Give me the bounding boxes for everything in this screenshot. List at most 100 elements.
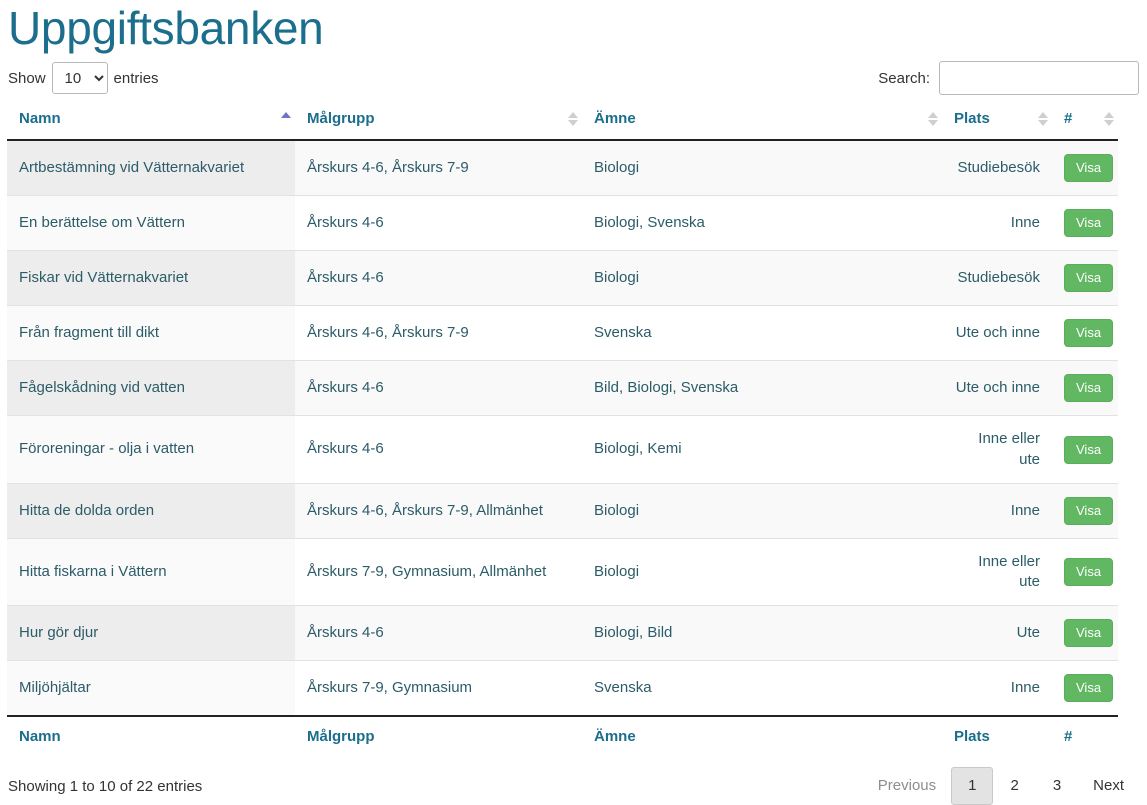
column-header-mal[interactable]: Målgrupp bbox=[295, 100, 582, 142]
sort-ascending-icon bbox=[281, 112, 291, 126]
table-row: Hitta de dolda orden Årskurs 4-6, Årskurs… bbox=[7, 483, 1118, 539]
search-input[interactable] bbox=[939, 61, 1139, 96]
cell-mal: Årskurs 7-9, Gymnasium, Allmänhet bbox=[295, 538, 582, 607]
table-head: Namn Målgrupp Ämne Plats # bbox=[7, 100, 1118, 142]
column-footer-plats: Plats bbox=[942, 715, 1052, 756]
column-header-label: Ämne bbox=[594, 110, 636, 128]
sort-both-icon bbox=[928, 112, 938, 127]
column-footer-mal: Målgrupp bbox=[295, 715, 582, 756]
entries-info: Showing 1 to 10 of 22 entries bbox=[8, 777, 203, 795]
cell-namn: Miljöhjältar bbox=[7, 660, 295, 717]
cell-mal: Årskurs 4-6 bbox=[295, 250, 582, 307]
cell-action: Visa bbox=[1052, 140, 1118, 197]
column-header-namn[interactable]: Namn bbox=[7, 100, 295, 142]
show-entries-label: Show 102550100 entries bbox=[8, 62, 159, 95]
view-button[interactable]: Visa bbox=[1064, 209, 1114, 238]
table-row: Fågelskådning vid vatten Årskurs 4-6 Bild,… bbox=[7, 360, 1118, 417]
page-container: Uppgiftsbanken Show 102550100 entries Se… bbox=[0, 0, 1147, 805]
cell-plats: Inne eller ute bbox=[942, 538, 1052, 607]
view-button[interactable]: Visa bbox=[1064, 319, 1114, 348]
table-controls: Show 102550100 entries Search: bbox=[6, 56, 1141, 100]
table-header-row: Namn Målgrupp Ämne Plats # bbox=[7, 100, 1118, 142]
cell-amne: Bild, Biologi, Svenska bbox=[582, 360, 942, 417]
cell-plats: Inne eller ute bbox=[942, 415, 1052, 484]
table-footer-controls: Showing 1 to 10 of 22 entries Previous 1 2… bbox=[6, 755, 1141, 805]
cell-plats: Studiebesök bbox=[942, 250, 1052, 307]
cell-mal: Årskurs 4-6, Årskurs 7-9, Allmänhet bbox=[295, 483, 582, 539]
show-entries-control: Show 102550100 entries bbox=[8, 62, 159, 95]
cell-amne: Biologi, Bild bbox=[582, 605, 942, 662]
cell-plats: Ute bbox=[942, 605, 1052, 662]
cell-mal: Årskurs 4-6, Årskurs 7-9 bbox=[295, 140, 582, 197]
column-header-hash[interactable]: # bbox=[1052, 100, 1118, 142]
cell-amne: Biologi, Kemi bbox=[582, 415, 942, 484]
cell-namn: Föroreningar - olja i vatten bbox=[7, 415, 295, 484]
cell-plats: Inne bbox=[942, 483, 1052, 539]
cell-namn: En berättelse om Vättern bbox=[7, 195, 295, 252]
column-header-plats[interactable]: Plats bbox=[942, 100, 1052, 142]
cell-mal: Årskurs 7-9, Gymnasium bbox=[295, 660, 582, 717]
table-row: Från fragment till dikt Årskurs 4-6, Årsk… bbox=[7, 305, 1118, 362]
search-control: Search: bbox=[878, 61, 1139, 96]
cell-amne: Biologi bbox=[582, 250, 942, 307]
cell-action: Visa bbox=[1052, 660, 1118, 717]
column-header-label: Namn bbox=[19, 110, 61, 128]
pagination-next[interactable]: Next bbox=[1078, 767, 1139, 805]
cell-amne: Biologi bbox=[582, 140, 942, 197]
column-footer-amne: Ämne bbox=[582, 715, 942, 756]
view-button[interactable]: Visa bbox=[1064, 496, 1114, 525]
table-row: Artbestämning vid Vätternakvariet Årskurs… bbox=[7, 140, 1118, 197]
cell-mal: Årskurs 4-6 bbox=[295, 605, 582, 662]
cell-namn: Hur gör djur bbox=[7, 605, 295, 662]
view-button[interactable]: Visa bbox=[1064, 374, 1114, 403]
cell-mal: Årskurs 4-6, Årskurs 7-9 bbox=[295, 305, 582, 362]
show-suffix-text: entries bbox=[113, 69, 159, 87]
cell-mal: Årskurs 4-6 bbox=[295, 415, 582, 484]
view-button[interactable]: Visa bbox=[1064, 154, 1114, 183]
column-header-label: Målgrupp bbox=[307, 110, 375, 128]
cell-mal: Årskurs 4-6 bbox=[295, 195, 582, 252]
entries-per-page-select[interactable]: 102550100 bbox=[51, 62, 108, 95]
search-label-text: Search: bbox=[878, 69, 930, 87]
sort-both-icon bbox=[1104, 112, 1114, 127]
table-row: Hitta fiskarna i Vättern Årskurs 7-9, Gym… bbox=[7, 538, 1118, 607]
sort-both-icon bbox=[568, 112, 578, 127]
sort-both-icon bbox=[1038, 112, 1048, 127]
cell-plats: Studiebesök bbox=[942, 140, 1052, 197]
column-header-amne[interactable]: Ämne bbox=[582, 100, 942, 142]
table-footer-row: Namn Målgrupp Ämne Plats # bbox=[7, 715, 1118, 756]
table-row: Hur gör djur Årskurs 4-6 Biologi, Bild Ute V… bbox=[7, 605, 1118, 662]
cell-action: Visa bbox=[1052, 195, 1118, 252]
view-button[interactable]: Visa bbox=[1064, 619, 1114, 648]
cell-action: Visa bbox=[1052, 483, 1118, 539]
cell-amne: Svenska bbox=[582, 660, 942, 717]
cell-plats: Inne bbox=[942, 660, 1052, 717]
pagination-page-2[interactable]: 2 bbox=[993, 767, 1035, 805]
view-button[interactable]: Visa bbox=[1064, 264, 1114, 293]
pagination-page-1[interactable]: 1 bbox=[951, 767, 994, 805]
cell-mal: Årskurs 4-6 bbox=[295, 360, 582, 417]
view-button[interactable]: Visa bbox=[1064, 435, 1114, 464]
cell-namn: Fiskar vid Vätternakvariet bbox=[7, 250, 295, 307]
cell-namn: Hitta de dolda orden bbox=[7, 483, 295, 539]
view-button[interactable]: Visa bbox=[1064, 674, 1114, 703]
cell-namn: Artbestämning vid Vätternakvariet bbox=[7, 140, 295, 197]
cell-namn: Från fragment till dikt bbox=[7, 305, 295, 362]
cell-namn: Fågelskådning vid vatten bbox=[7, 360, 295, 417]
table-row: En berättelse om Vättern Årskurs 4-6 Biolo… bbox=[7, 195, 1118, 252]
page-title: Uppgiftsbanken bbox=[8, 2, 324, 54]
pagination-page-3[interactable]: 3 bbox=[1036, 767, 1078, 805]
cell-plats: Inne bbox=[942, 195, 1052, 252]
table-foot: Namn Målgrupp Ämne Plats # bbox=[7, 715, 1118, 756]
view-button[interactable]: Visa bbox=[1064, 558, 1114, 587]
cell-amne: Svenska bbox=[582, 305, 942, 362]
table-row: Miljöhjältar Årskurs 7-9, Gymnasium Svensk… bbox=[7, 660, 1118, 717]
table-row: Fiskar vid Vätternakvariet Årskurs 4-6 Bio… bbox=[7, 250, 1118, 307]
pagination-previous[interactable]: Previous bbox=[863, 767, 951, 805]
tasks-table: Namn Målgrupp Ämne Plats # Artbestämning vid… bbox=[7, 100, 1118, 756]
cell-amne: Biologi bbox=[582, 483, 942, 539]
cell-amne: Biologi, Svenska bbox=[582, 195, 942, 252]
show-prefix-text: Show bbox=[8, 69, 46, 87]
search-label: Search: bbox=[878, 61, 1139, 96]
pagination: Previous 1 2 3 Next bbox=[863, 767, 1139, 805]
